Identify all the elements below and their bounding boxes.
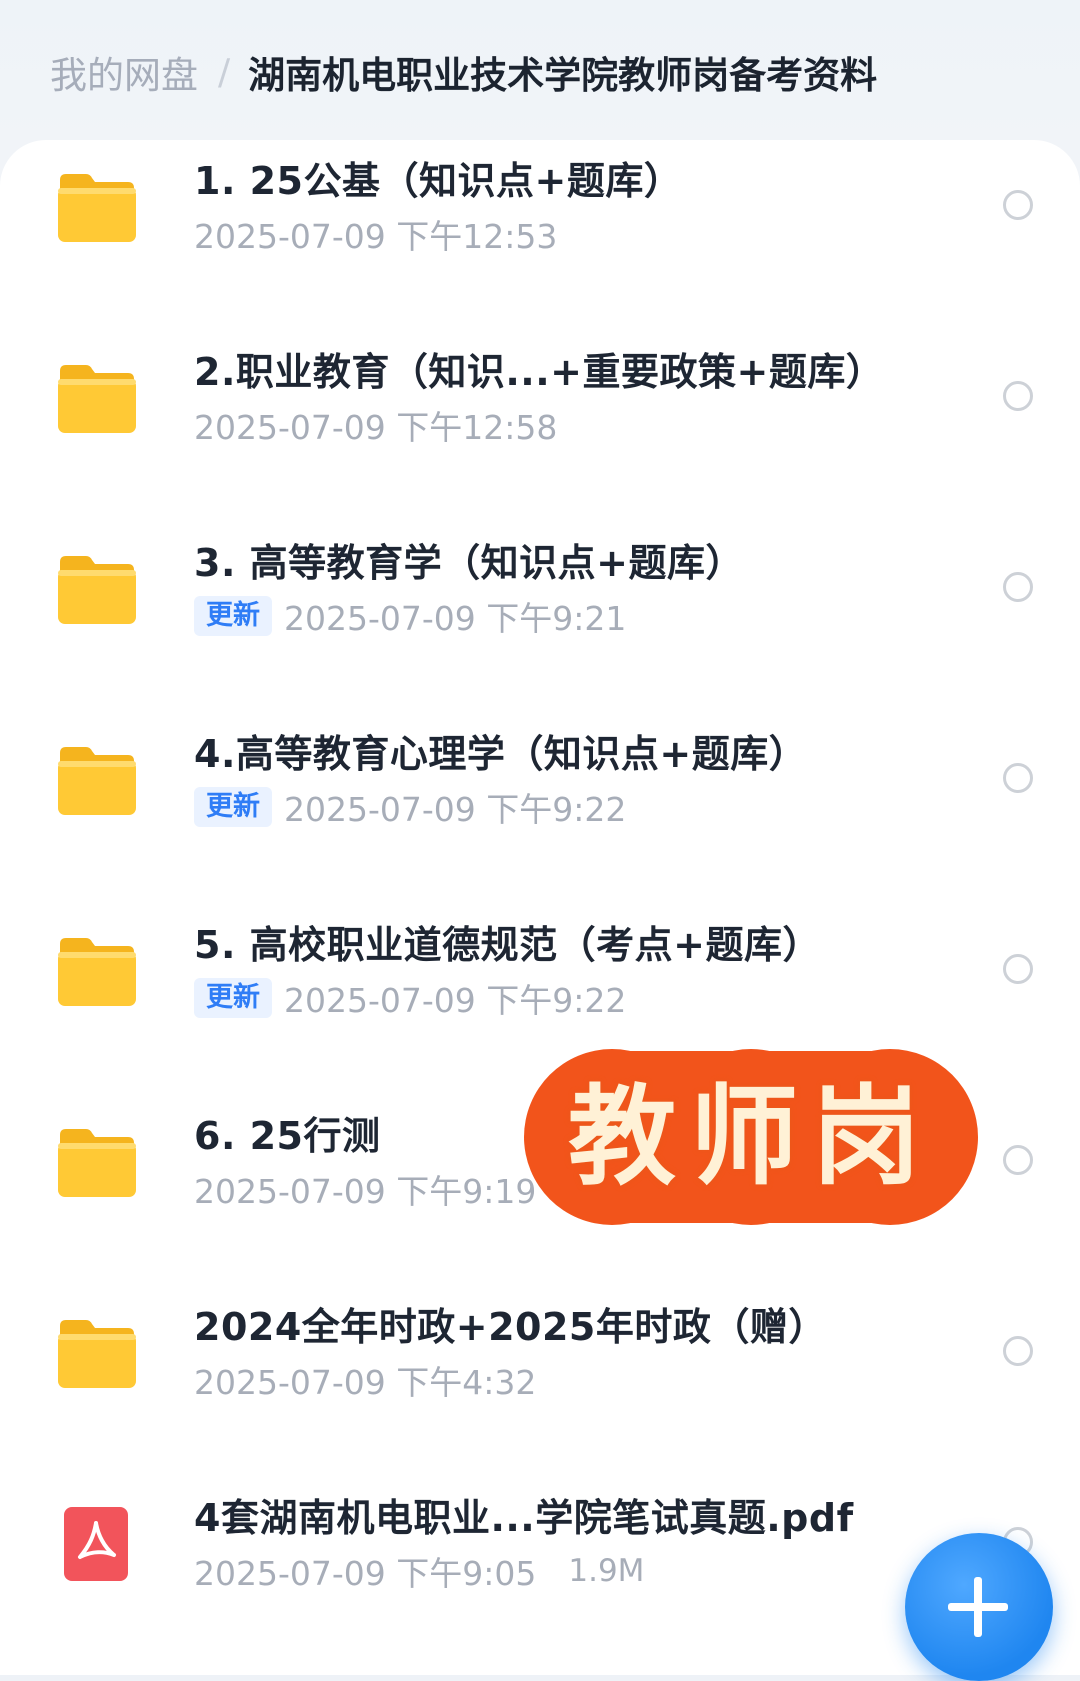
file-row[interactable]: 3. 高等教育学（知识点+题库） 更新 2025-07-09 下午9:21 bbox=[0, 522, 1080, 713]
select-radio[interactable] bbox=[1003, 1336, 1033, 1366]
stamp-text: 教师岗 bbox=[567, 1074, 934, 1200]
folder-icon bbox=[56, 361, 138, 435]
file-meta: 2025-07-09 下午12:53 bbox=[194, 212, 557, 256]
file-name: 1. 25公基（知识点+题库） bbox=[194, 159, 683, 203]
file-size: 1.9M bbox=[568, 1553, 645, 1589]
file-meta: 2025-07-09 下午9:05 1.9M bbox=[194, 1549, 644, 1593]
file-name: 2024全年时政+2025年时政（赠） bbox=[194, 1305, 827, 1349]
file-row[interactable]: 2024全年时政+2025年时政（赠） 2025-07-09 下午4:32 bbox=[0, 1286, 1080, 1477]
file-name: 4.高等教育心理学（知识点+题库） bbox=[194, 732, 808, 776]
breadcrumb: 我的网盘 / 湖南机电职业技术学院教师岗备考资料 bbox=[50, 44, 877, 100]
folder-icon bbox=[56, 1316, 138, 1390]
breadcrumb-separator: / bbox=[218, 51, 231, 93]
add-button[interactable] bbox=[905, 1533, 1053, 1681]
teacher-post-stamp: 教师岗 bbox=[524, 1045, 978, 1230]
select-radio[interactable] bbox=[1003, 381, 1033, 411]
file-date: 2025-07-09 下午12:53 bbox=[194, 217, 558, 256]
file-date: 2025-07-09 下午9:21 bbox=[284, 599, 627, 638]
top-bar: 我的网盘 / 湖南机电职业技术学院教师岗备考资料 bbox=[0, 0, 1080, 140]
updated-badge: 更新 bbox=[194, 787, 272, 827]
folder-icon bbox=[56, 743, 138, 817]
plus-icon bbox=[948, 1577, 1008, 1637]
file-name: 4套湖南机电职业...学院笔试真题.pdf bbox=[194, 1496, 854, 1540]
file-name: 3. 高等教育学（知识点+题库） bbox=[194, 541, 744, 585]
folder-icon bbox=[56, 170, 138, 244]
select-radio[interactable] bbox=[1003, 1145, 1033, 1175]
file-meta: 更新 2025-07-09 下午9:21 bbox=[194, 594, 626, 638]
file-meta: 2025-07-09 下午9:19 bbox=[194, 1167, 536, 1211]
file-meta: 更新 2025-07-09 下午9:22 bbox=[194, 785, 626, 829]
select-radio[interactable] bbox=[1003, 763, 1033, 793]
updated-badge: 更新 bbox=[194, 596, 272, 636]
file-date: 2025-07-09 下午9:05 bbox=[194, 1554, 537, 1593]
file-date: 2025-07-09 下午4:32 bbox=[194, 1363, 537, 1402]
file-date: 2025-07-09 下午9:22 bbox=[284, 790, 627, 829]
file-meta: 2025-07-09 下午4:32 bbox=[194, 1358, 536, 1402]
file-row[interactable]: 4.高等教育心理学（知识点+题库） 更新 2025-07-09 下午9:22 bbox=[0, 713, 1080, 904]
select-radio[interactable] bbox=[1003, 572, 1033, 602]
select-radio[interactable] bbox=[1003, 190, 1033, 220]
pdf-icon bbox=[64, 1507, 128, 1581]
folder-icon bbox=[56, 934, 138, 1008]
page: 我的网盘 / 湖南机电职业技术学院教师岗备考资料 1. 25公基（知识点+题库）… bbox=[0, 0, 1080, 1681]
folder-icon bbox=[56, 552, 138, 626]
file-meta: 更新 2025-07-09 下午9:22 bbox=[194, 976, 626, 1020]
breadcrumb-root-link[interactable]: 我的网盘 bbox=[50, 45, 198, 99]
file-row[interactable]: 1. 25公基（知识点+题库） 2025-07-09 下午12:53 bbox=[0, 140, 1080, 331]
updated-badge: 更新 bbox=[194, 978, 272, 1018]
folder-icon bbox=[56, 1125, 138, 1199]
select-radio[interactable] bbox=[1003, 954, 1033, 984]
file-name: 5. 高校职业道德规范（考点+题库） bbox=[194, 923, 821, 967]
breadcrumb-current: 湖南机电职业技术学院教师岗备考资料 bbox=[248, 54, 878, 97]
file-date: 2025-07-09 下午12:58 bbox=[194, 408, 558, 447]
file-row[interactable]: 2.职业教育（知识...+重要政策+题库） 2025-07-09 下午12:58 bbox=[0, 331, 1080, 522]
file-date: 2025-07-09 下午9:22 bbox=[284, 981, 627, 1020]
file-name: 2.职业教育（知识...+重要政策+题库） bbox=[194, 350, 885, 394]
file-list-panel: 1. 25公基（知识点+题库） 2025-07-09 下午12:53 2.职业教育（… bbox=[0, 140, 1080, 1675]
file-date: 2025-07-09 下午9:19 bbox=[194, 1172, 537, 1211]
file-meta: 2025-07-09 下午12:58 bbox=[194, 403, 557, 447]
file-name: 6. 25行测 bbox=[194, 1114, 381, 1158]
